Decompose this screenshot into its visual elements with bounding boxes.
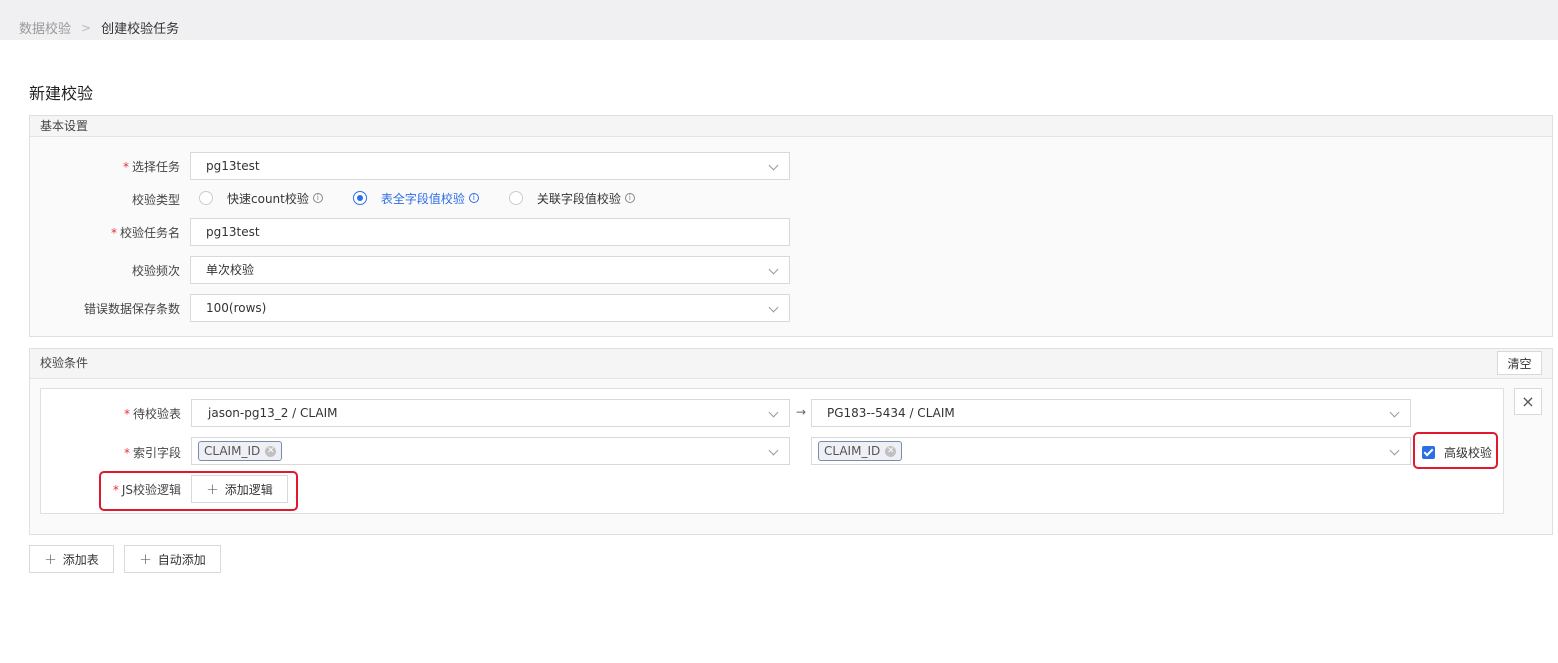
add-table-button[interactable]: + 添加表 [29,545,114,573]
remove-condition-button[interactable]: × [1514,388,1542,415]
add-logic-label: 添加逻辑 [224,482,273,497]
frequency-value: 单次校验 [206,263,255,277]
radio-full-field-label: 表全字段值校验 [380,191,465,206]
chevron-down-icon [768,264,779,275]
advanced-check-label: 高级校验 [1444,446,1493,460]
error-count-value: 100(rows) [206,301,267,315]
plus-icon: + [139,550,152,568]
tag-remove-icon[interactable]: ✕ [265,445,277,457]
breadcrumb: 数据校验 > 创建校验任务 [19,18,180,38]
chevron-down-icon [768,160,779,171]
task-select[interactable]: pg13test [190,152,790,180]
source-index-tag[interactable]: CLAIM_ID ✕ [198,441,283,461]
clear-button[interactable]: 清空 [1497,351,1542,375]
js-logic-label: * JS校验逻辑 [112,483,181,497]
type-radio-group: 快速count校验 i 表全字段值校验 i 关联字段值校验 i [199,188,665,208]
basic-settings-title: 基本设置 [30,116,1552,137]
chevron-down-icon [1389,407,1400,418]
chevron-down-icon [768,407,779,418]
plus-icon: + [44,550,57,568]
chevron-down-icon [768,302,779,313]
chevron-down-icon [768,445,779,456]
advanced-check-toggle[interactable]: 高级校验 [1422,444,1492,461]
task-name-label: * 校验任务名 [110,226,180,240]
error-count-label: 错误数据保存条数 [83,302,180,316]
table-label: * 待校验表 [123,407,181,421]
tag-remove-icon[interactable]: ✕ [885,445,897,457]
frequency-label: 校验频次 [131,264,180,278]
chevron-down-icon [1389,445,1400,456]
source-table-select[interactable]: jason-pg13_2 / CLAIM [191,399,790,427]
task-select-value: pg13test [206,159,260,173]
target-index-tag-label: CLAIM_ID [824,444,881,458]
radio-circle[interactable] [508,191,523,205]
target-index-select[interactable]: CLAIM_ID ✕ [811,437,1411,465]
target-table-value: PG183--5434 / CLAIM [827,406,955,420]
checkbox-checked-icon[interactable] [1422,446,1435,459]
info-icon[interactable]: i [312,193,323,203]
add-logic-button[interactable]: + 添加逻辑 [191,475,288,503]
source-table-value: jason-pg13_2 / CLAIM [208,406,338,420]
target-table-select[interactable]: PG183--5434 / CLAIM [811,399,1411,427]
error-count-select[interactable]: 100(rows) [190,294,790,322]
radio-circle-selected[interactable] [352,191,367,205]
auto-add-label: 自动添加 [157,552,206,567]
radio-circle[interactable] [199,191,213,205]
info-icon[interactable]: i [624,193,635,203]
source-index-tag-label: CLAIM_ID [204,444,261,458]
arrow-right-icon: → [795,405,807,419]
breadcrumb-parent-link[interactable]: 数据校验 [19,18,71,37]
task-name-input[interactable]: pg13test [190,218,790,246]
task-label: * 选择任务 [122,160,180,174]
top-bar: 数据校验 > 创建校验任务 [0,0,1558,40]
radio-full-field[interactable]: 表全字段值校验 i [352,190,479,207]
auto-add-button[interactable]: + 自动添加 [124,545,221,573]
info-icon[interactable]: i [468,193,479,203]
index-field-label: * 索引字段 [123,446,181,460]
radio-quick-count[interactable]: 快速count校验 i [199,190,323,207]
task-name-value: pg13test [206,225,260,239]
plus-icon: + [206,480,219,498]
target-index-tag[interactable]: CLAIM_ID ✕ [818,441,903,461]
radio-quick-count-label: 快速count校验 [227,191,309,206]
radio-join-field[interactable]: 关联字段值校验 i [508,190,635,207]
source-index-select[interactable]: CLAIM_ID ✕ [191,437,790,465]
page-title: 新建校验 [29,84,94,103]
chevron-right-icon: > [81,20,92,35]
clear-button-label: 清空 [1507,356,1532,371]
add-table-label: 添加表 [62,552,99,567]
breadcrumb-current: 创建校验任务 [101,22,180,37]
conditions-title: 校验条件 [30,349,1552,379]
type-label: 校验类型 [131,193,180,207]
frequency-select[interactable]: 单次校验 [190,256,790,284]
radio-join-field-label: 关联字段值校验 [536,191,621,206]
close-icon: × [1521,392,1535,411]
